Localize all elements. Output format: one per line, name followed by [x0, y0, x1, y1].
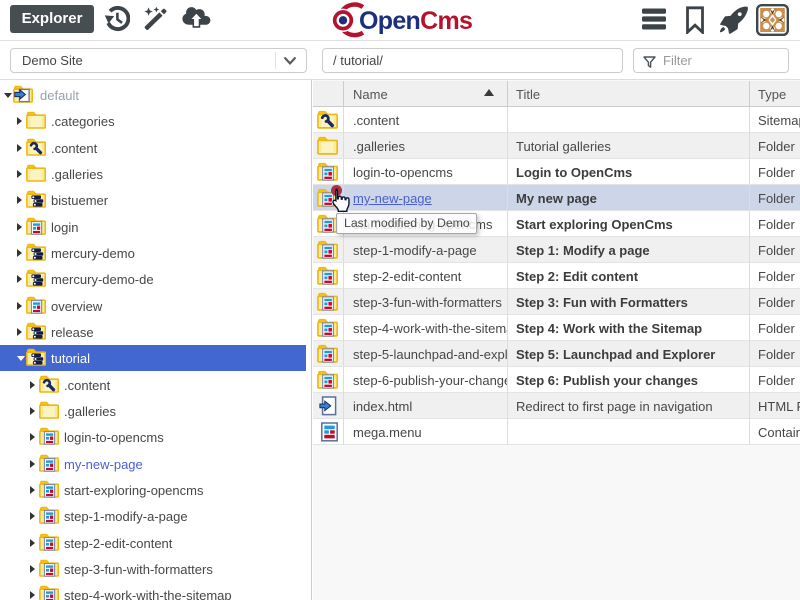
svg-text:OpenCms: OpenCms: [359, 7, 472, 35]
